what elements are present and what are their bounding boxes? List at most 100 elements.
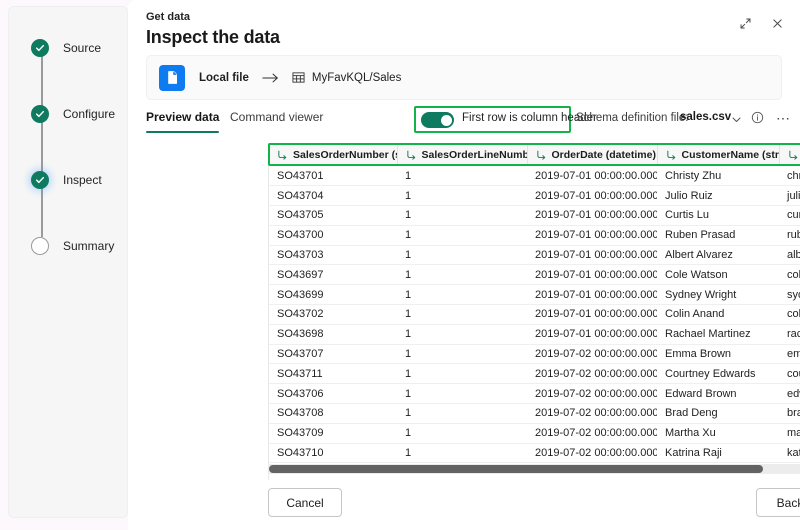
table-cell: Martha Xu — [657, 423, 779, 444]
close-icon[interactable] — [764, 10, 790, 36]
table-row[interactable]: SO43698 1 2019-07-01 00:00:00.0000 Rachael … — [269, 324, 800, 345]
wizard-rail — [41, 49, 43, 237]
source-label: Local file — [199, 71, 249, 84]
table-cell: sydney61@adventure-works.com — [779, 284, 800, 306]
table-cell: Brad Deng — [657, 403, 779, 424]
back-button[interactable]: Back — [756, 488, 800, 517]
chevron-down-icon[interactable] — [731, 112, 742, 130]
table-cell: 2019-07-02 00:00:00.0000 — [527, 383, 657, 405]
table-row[interactable]: SO43701 1 2019-07-01 00:00:00.0000 Christy … — [269, 166, 800, 187]
preview-table: SalesOrderNumber (string) — [269, 143, 800, 464]
table-cell: SO43703 — [269, 245, 397, 266]
schema-definition-value[interactable]: sales.csv — [680, 111, 731, 123]
table-cell: 2019-07-01 00:00:00.0000 — [527, 284, 657, 306]
step-empty-circle-icon — [31, 236, 49, 255]
column-header-customername[interactable]: CustomerName (string) — [657, 143, 780, 166]
column-header-emailaddress[interactable]: EmailAddress (string) — [779, 143, 800, 166]
wizard-step-source[interactable]: Source — [31, 29, 127, 66]
table-cell: brad2@adventure-works.com — [779, 403, 800, 424]
table-cell: SO43705 — [269, 205, 397, 226]
table-cell: 1 — [397, 304, 527, 325]
column-header-label: SalesOrderNumber (string) — [293, 148, 396, 161]
table-body: SO43701 1 2019-07-01 00:00:00.0000 Christy … — [269, 166, 800, 464]
table-cell: emma3@adventure-works.com — [779, 344, 800, 365]
table-row[interactable]: SO43699 1 2019-07-01 00:00:00.0000 Sydney W… — [269, 284, 800, 306]
tab-preview-data[interactable]: Preview data — [146, 110, 220, 133]
wizard-sidebar: Source Configure Inspect Summary — [8, 6, 128, 518]
table-cell: SO43702 — [269, 304, 397, 325]
column-header-label: SalesOrderLineNumber (long) — [421, 148, 527, 161]
column-header-salesordernumber[interactable]: SalesOrderNumber (string) — [269, 143, 398, 166]
table-cell: Edward Brown — [657, 383, 779, 405]
table-cell: 1 — [397, 324, 527, 345]
get-data-dialog: Get data Inspect the data Local file MyF… — [128, 0, 800, 530]
table-row[interactable]: SO43697 1 2019-07-01 00:00:00.0000 Cole Wat… — [269, 264, 800, 286]
table-cell: Ruben Prasad — [657, 225, 779, 246]
table-row[interactable]: SO43707 1 2019-07-02 00:00:00.0000 Emma Bro… — [269, 344, 800, 365]
wizard-step-label: Source — [63, 40, 102, 55]
table-cell: julio1@adventure-works.com — [779, 185, 800, 207]
table-cell: 2019-07-01 00:00:00.0000 — [527, 304, 657, 325]
table-cell: 1 — [397, 225, 527, 246]
table-cell: 1 — [397, 383, 527, 405]
table-cell: katrina20@adventure-works.com — [779, 443, 800, 464]
dialog-window-actions — [732, 10, 790, 36]
document-icon — [159, 64, 185, 91]
table-row[interactable]: SO43702 1 2019-07-01 00:00:00.0000 Colin An… — [269, 304, 800, 325]
string-type-icon — [277, 150, 288, 160]
table-header-row: SalesOrderNumber (string) — [269, 143, 800, 166]
wizard-step-configure[interactable]: Configure — [31, 95, 127, 132]
table-cell: cole1@adventure-works.com — [779, 264, 800, 286]
datetime-type-icon — [536, 150, 547, 160]
table-cell: curtis9@adventure-works.com — [779, 205, 800, 226]
table-row[interactable]: SO43711 1 2019-07-02 00:00:00.0000 Courtney… — [269, 363, 800, 385]
table-cell: 1 — [397, 264, 527, 286]
grid-horizontal-scroll-thumb[interactable] — [269, 465, 763, 473]
column-header-salesorderlinenumber[interactable]: SalesOrderLineNumber (long) — [397, 143, 528, 166]
table-row[interactable]: SO43706 1 2019-07-02 00:00:00.0000 Edward B… — [269, 383, 800, 405]
cancel-button[interactable]: Cancel — [268, 488, 342, 517]
table-cell: SO43704 — [269, 185, 397, 207]
preview-grid: SalesOrderNumber (string) — [268, 143, 800, 480]
source-destination-card: Local file MyFavKQL/Sales — [146, 55, 782, 100]
step-check-icon — [31, 104, 49, 123]
wizard-step-summary[interactable]: Summary — [31, 227, 127, 264]
table-row[interactable]: SO43703 1 2019-07-01 00:00:00.0000 Albert A… — [269, 245, 800, 266]
app-root: Source Configure Inspect Summary Get dat… — [0, 0, 800, 530]
table-row[interactable]: SO43710 1 2019-07-02 00:00:00.0000 Katrina … — [269, 443, 800, 464]
more-options-icon[interactable]: ⋯ — [776, 110, 791, 127]
table-row[interactable]: SO43705 1 2019-07-01 00:00:00.0000 Curtis L… — [269, 205, 800, 226]
first-row-is-column-header-toggle[interactable] — [421, 112, 454, 128]
table-cell: 2019-07-01 00:00:00.0000 — [527, 324, 657, 345]
table-cell: Emma Brown — [657, 344, 779, 365]
wizard-step-label: Inspect — [63, 172, 102, 187]
table-row[interactable]: SO43700 1 2019-07-01 00:00:00.0000 Ruben Pr… — [269, 225, 800, 246]
table-cell: edward26@adventure-works.com — [779, 383, 800, 405]
tab-command-viewer[interactable]: Command viewer — [230, 110, 323, 132]
preview-grid-container: SalesOrderNumber (string) — [268, 143, 800, 480]
table-row[interactable]: SO43708 1 2019-07-02 00:00:00.0000 Brad Den… — [269, 403, 800, 424]
table-cell: 1 — [397, 363, 527, 385]
grid-horizontal-scrollbar[interactable] — [268, 464, 800, 474]
table-icon — [292, 71, 305, 84]
table-cell: christy12@adventure-works.com — [779, 166, 800, 187]
table-cell: Sydney Wright — [657, 284, 779, 306]
table-cell: 1 — [397, 344, 527, 365]
table-cell: Katrina Raji — [657, 443, 779, 464]
table-cell: Christy Zhu — [657, 166, 779, 187]
table-cell: albert7@adventure-works.com — [779, 245, 800, 266]
table-cell: 1 — [397, 423, 527, 444]
table-row[interactable]: SO43704 1 2019-07-01 00:00:00.0000 Julio Ru… — [269, 185, 800, 207]
table-cell: 2019-07-01 00:00:00.0000 — [527, 225, 657, 246]
table-cell: SO43707 — [269, 344, 397, 365]
column-header-orderdate[interactable]: OrderDate (datetime) — [527, 143, 658, 166]
expand-icon[interactable] — [732, 10, 758, 36]
wizard-step-inspect[interactable]: Inspect — [31, 161, 127, 198]
table-row[interactable]: SO43709 1 2019-07-02 00:00:00.0000 Martha X… — [269, 423, 800, 444]
schema-definition-label: Schema definition file: — [576, 112, 689, 124]
info-icon[interactable] — [751, 111, 764, 129]
string-type-icon — [666, 150, 677, 160]
table-cell: 1 — [397, 403, 527, 424]
preview-toolbar: Preview data Command viewer First row is… — [146, 106, 790, 138]
table-cell: 1 — [397, 166, 527, 187]
